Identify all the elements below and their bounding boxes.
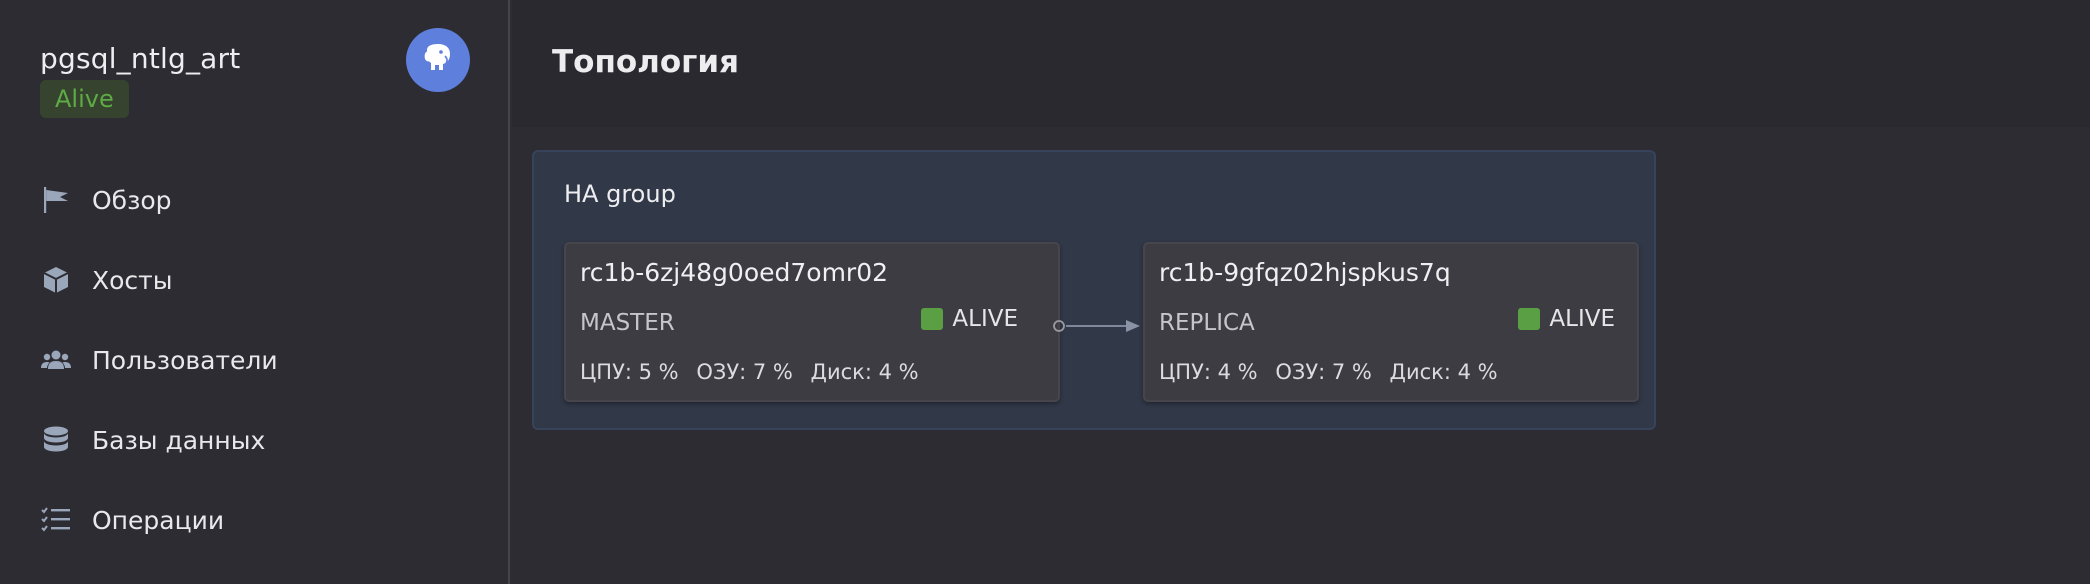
nav-label-databases: Базы данных	[92, 425, 266, 455]
sidebar: pgsql_ntlg_art Alive Обзор Хосты Пользов…	[0, 0, 510, 584]
nav-label-hosts: Хосты	[92, 265, 173, 295]
host-cpu: ЦПУ: 5 %	[580, 360, 679, 384]
status-dot-icon	[1518, 308, 1541, 330]
host-card-master[interactable]: rc1b-6zj48g0oed7omr02 MASTER ALIVE ЦПУ: …	[564, 242, 1060, 402]
nav-item-users[interactable]: Пользователи	[0, 330, 508, 390]
host-role: MASTER	[580, 310, 675, 336]
host-status: ALIVE	[921, 306, 1018, 332]
flag-icon	[40, 184, 72, 216]
main-content: Топология HA group rc1b-6zj48g0oed7omr02…	[512, 0, 2090, 584]
nav-label-users: Пользователи	[92, 345, 278, 375]
cluster-name: pgsql_ntlg_art	[40, 42, 241, 75]
cluster-status-badge: Alive	[40, 80, 129, 118]
host-ram: ОЗУ: 7 %	[696, 360, 793, 384]
users-icon	[40, 344, 72, 376]
host-ram: ОЗУ: 7 %	[1275, 360, 1372, 384]
nav-item-databases[interactable]: Базы данных	[0, 410, 508, 470]
nav-item-hosts[interactable]: Хосты	[0, 250, 508, 310]
database-icon	[40, 424, 72, 456]
status-dot-icon	[921, 308, 944, 330]
host-card-replica[interactable]: rc1b-9gfqz02hjspkus7q REPLICA ALIVE ЦПУ:…	[1143, 242, 1639, 402]
host-role: REPLICA	[1159, 310, 1255, 336]
host-metrics: ЦПУ: 5 % ОЗУ: 7 % Диск: 4 %	[580, 360, 930, 384]
elephant-icon	[421, 41, 455, 79]
host-cpu: ЦПУ: 4 %	[1159, 360, 1258, 384]
list-check-icon	[40, 504, 72, 536]
cluster-avatar[interactable]	[406, 28, 470, 92]
nav-label-overview: Обзор	[92, 185, 172, 215]
nav-item-operations[interactable]: Операции	[0, 490, 508, 550]
host-status-label: ALIVE	[1549, 306, 1615, 332]
host-disk: Диск: 4 %	[810, 360, 919, 384]
app-root: pgsql_ntlg_art Alive Обзор Хосты Пользов…	[0, 0, 2090, 584]
host-name: rc1b-6zj48g0oed7omr02	[580, 258, 889, 287]
host-metrics: ЦПУ: 4 % ОЗУ: 7 % Диск: 4 %	[1159, 360, 1509, 384]
host-name: rc1b-9gfqz02hjspkus7q	[1159, 258, 1451, 287]
cube-icon	[40, 264, 72, 296]
nav-item-overview[interactable]: Обзор	[0, 170, 508, 230]
host-status: ALIVE	[1518, 306, 1615, 332]
replication-arrow-icon	[1053, 320, 1140, 332]
page-header: Топология	[512, 0, 2090, 127]
host-status-label: ALIVE	[952, 306, 1018, 332]
ha-group-panel: HA group rc1b-6zj48g0oed7omr02 MASTER AL…	[532, 150, 1656, 430]
page-title: Топология	[552, 44, 739, 80]
nav-label-operations: Операции	[92, 505, 225, 535]
host-disk: Диск: 4 %	[1389, 360, 1498, 384]
ha-group-title: HA group	[564, 180, 676, 208]
